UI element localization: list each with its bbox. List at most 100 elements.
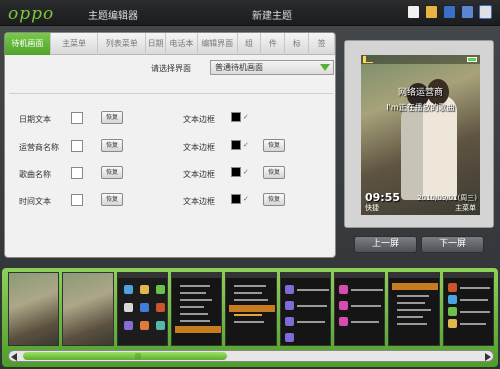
grip-icon: |||	[135, 353, 142, 360]
thumbnail-submenu[interactable]	[225, 272, 277, 346]
menu-selection	[392, 283, 439, 290]
restore-button[interactable]: 恢复	[101, 193, 123, 206]
song-name-text: I'm正在播放的歌曲	[386, 103, 455, 112]
settings-panel: 待机画面 主菜单 列表菜单 日期 电话本 编辑界面 组 件 标 签 请选择界面 …	[4, 32, 336, 258]
restore-button[interactable]: 恢复	[101, 111, 123, 124]
border-restore-button[interactable]: 恢复	[263, 139, 285, 152]
chevron-down-icon[interactable]	[320, 64, 330, 71]
setting-row-date: 日期文本 恢复 文本边框 ✓	[5, 111, 335, 129]
border-restore-button[interactable]: 恢复	[263, 193, 285, 206]
contact-icon	[284, 285, 294, 294]
contact-icon	[284, 333, 294, 342]
tab-piece[interactable]: 件	[261, 33, 286, 55]
tab-phonebook[interactable]: 电话本	[166, 33, 198, 55]
tab-label[interactable]: 签	[309, 33, 335, 55]
toolbar	[407, 5, 492, 19]
export-icon[interactable]	[479, 5, 492, 19]
prev-screen-button[interactable]: 上一屏	[354, 236, 417, 253]
phone-screen-preview[interactable]: 网络运营商 I'm正在播放的歌曲 09:55 2010/09/01(周三) 快捷…	[361, 55, 480, 215]
app-icon	[155, 321, 165, 330]
new-file-icon[interactable]	[407, 5, 420, 19]
title-bar: oppo 主题编辑器 新建主题	[0, 0, 500, 26]
thumbnail-main-menu[interactable]	[116, 272, 168, 346]
color-checkbox[interactable]	[71, 140, 83, 152]
border-color-swatch[interactable]	[231, 194, 241, 204]
thumbnail-settings-list[interactable]	[442, 272, 494, 346]
border-color-swatch[interactable]	[231, 140, 241, 150]
document-title: 新建主题	[252, 11, 292, 22]
tab-standby-screen[interactable]: 待机画面	[5, 33, 51, 55]
thumbnail-list-menu[interactable]	[170, 272, 223, 346]
thumb-status-bar	[226, 273, 276, 278]
thumbnail-options-menu[interactable]	[388, 272, 440, 346]
menu-line	[179, 313, 208, 315]
screen-select-label: 请选择界面	[151, 64, 191, 73]
menu-line	[234, 292, 263, 294]
app-icon	[155, 285, 165, 294]
thumbnail-phonebook[interactable]	[279, 272, 331, 346]
menu-line	[234, 321, 265, 323]
color-checkbox[interactable]	[71, 167, 83, 179]
music-icon	[338, 285, 348, 294]
restore-button[interactable]: 恢复	[101, 139, 123, 152]
menu-line	[296, 289, 329, 291]
thumbnail-standby[interactable]	[8, 272, 60, 346]
scroll-left-arrow-icon[interactable]	[11, 353, 17, 361]
save-icon[interactable]	[443, 5, 456, 19]
thumbnail-music-list[interactable]	[333, 272, 386, 346]
app-icon	[155, 303, 165, 312]
menu-line	[459, 311, 490, 313]
check-icon[interactable]: ✓	[243, 167, 251, 177]
screen-select-value: 普通待机画面	[215, 63, 263, 72]
right-softkey: 主菜单	[455, 204, 476, 212]
contact-icon	[284, 301, 294, 310]
tab-main-menu[interactable]: 主菜单	[51, 33, 99, 55]
menu-line	[179, 285, 210, 287]
color-checkbox[interactable]	[71, 112, 83, 124]
border-color-swatch[interactable]	[231, 112, 241, 122]
thumbnail-standby-2[interactable]	[62, 272, 114, 346]
left-softkey: 快捷	[365, 204, 379, 212]
save-as-icon[interactable]	[461, 5, 474, 19]
color-checkbox[interactable]	[71, 194, 83, 206]
operator-name-text: 网络运营商	[397, 88, 443, 98]
menu-line	[179, 320, 210, 322]
tab-edit-screen[interactable]: 编辑界面	[198, 33, 238, 55]
thumb-status-bar	[443, 273, 493, 278]
scrollbar-thumb[interactable]: |||	[23, 352, 227, 360]
menu-line	[296, 321, 325, 323]
scroll-right-arrow-icon[interactable]	[485, 353, 491, 361]
check-icon[interactable]: ✓	[243, 140, 251, 150]
border-label: 文本边框	[183, 197, 215, 206]
menu-selection	[174, 326, 221, 333]
tab-mark[interactable]: 标	[285, 33, 310, 55]
app-icon	[139, 321, 149, 330]
menu-selection	[229, 305, 276, 312]
divider	[9, 93, 333, 94]
check-icon[interactable]: ✓	[243, 112, 251, 122]
open-folder-icon[interactable]	[425, 5, 438, 19]
setting-icon	[447, 283, 457, 292]
menu-line	[234, 314, 263, 316]
menu-line	[296, 305, 327, 307]
thumbnail-scrollbar[interactable]: |||	[8, 350, 494, 362]
thumb-status-bar	[389, 273, 439, 278]
app-icon	[123, 303, 133, 312]
tab-list-menu[interactable]: 列表菜单	[98, 33, 147, 55]
music-icon	[338, 317, 348, 326]
app-title: 主题编辑器	[88, 11, 138, 22]
screen-select-row: 请选择界面 普通待机画面	[5, 55, 335, 79]
border-color-swatch[interactable]	[231, 167, 241, 177]
menu-line	[459, 323, 486, 325]
menu-line	[179, 299, 212, 301]
phone-preview-frame: 网络运营商 I'm正在播放的歌曲 09:55 2010/09/01(周三) 快捷…	[344, 40, 494, 228]
border-restore-button[interactable]: 恢复	[263, 166, 285, 179]
next-screen-button[interactable]: 下一屏	[421, 236, 484, 253]
check-icon[interactable]: ✓	[243, 194, 251, 204]
tab-group[interactable]: 组	[238, 33, 262, 55]
screen-select[interactable]: 普通待机画面	[210, 60, 334, 75]
thumb-status-bar	[334, 273, 385, 278]
restore-button[interactable]: 恢复	[101, 166, 123, 179]
tab-date[interactable]: 日期	[146, 33, 166, 55]
thumb-status-bar	[117, 273, 167, 278]
